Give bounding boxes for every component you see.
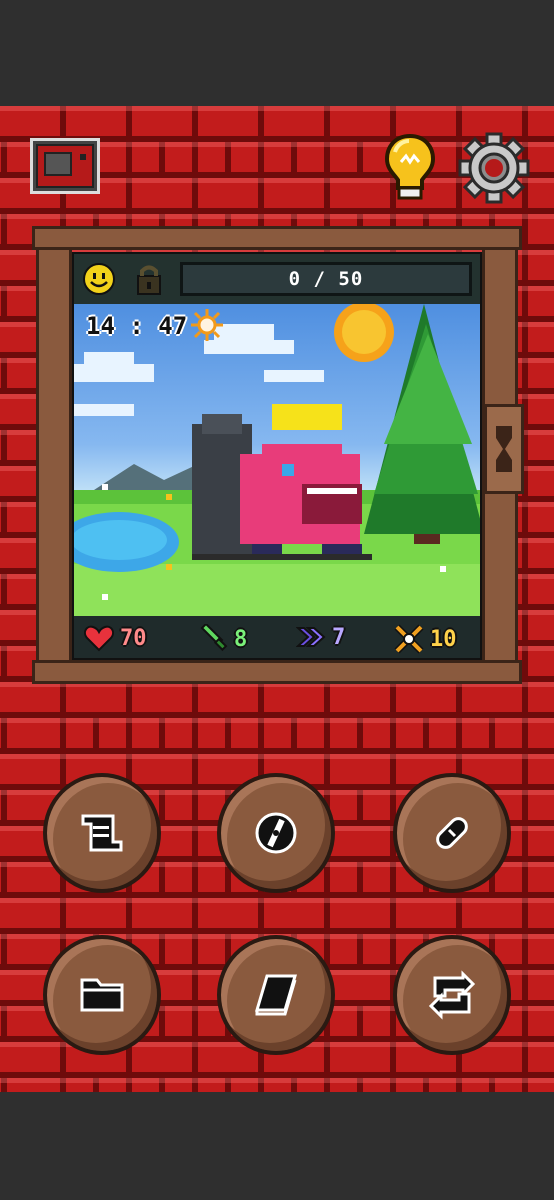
hint-button[interactable] — [382, 132, 438, 202]
heart-icon — [84, 625, 114, 652]
frame-beam-top — [32, 226, 522, 250]
scene-illustration — [74, 304, 480, 616]
power-value: 10 — [430, 626, 457, 652]
frame-post-left — [36, 246, 72, 664]
swap-button[interactable] — [392, 930, 512, 1060]
brick-row — [0, 898, 554, 934]
bottom-system-bar — [0, 1092, 554, 1200]
progress-text: 0 / 50 — [288, 268, 364, 290]
gear-icon — [458, 132, 530, 204]
happy-face-icon — [83, 263, 115, 295]
swap-icon — [428, 970, 476, 1020]
power-stat: 10 — [394, 624, 457, 654]
folder-icon — [80, 978, 124, 1012]
compass-icon — [255, 812, 297, 854]
brick-row — [0, 682, 554, 718]
scroll-icon — [81, 814, 123, 852]
book-icon — [254, 974, 298, 1016]
lightbulb-icon — [384, 133, 436, 200]
crossed-swords-icon — [394, 624, 424, 654]
speed-arrow-icon — [296, 627, 326, 647]
progress-bar: 0 / 50 — [180, 262, 472, 296]
health-stat: 70 — [84, 624, 147, 652]
health-value: 70 — [120, 625, 147, 651]
settings-button[interactable] — [458, 132, 530, 204]
attack-stat: 8 — [198, 624, 247, 654]
pet-screen: 0 / 50 14: 47 70 8 7 10 — [72, 252, 482, 660]
top-system-bar — [0, 0, 554, 106]
hourglass-icon — [496, 426, 512, 472]
brick-row — [0, 1078, 554, 1092]
medicine-button[interactable] — [392, 768, 512, 898]
stats-bar: 70 8 7 10 — [74, 616, 480, 658]
speed-stat: 7 — [296, 624, 345, 650]
brick-row — [0, 718, 554, 754]
clock-text: 14 : 47 — [86, 312, 188, 340]
book-button[interactable] — [216, 930, 336, 1060]
status-bar: 0 / 50 — [74, 254, 480, 304]
hourglass-button[interactable] — [484, 404, 524, 494]
tv-button[interactable] — [30, 138, 100, 194]
sun-icon — [191, 309, 223, 341]
folder-button[interactable] — [42, 930, 162, 1060]
scroll-button[interactable] — [42, 768, 162, 898]
sword-icon — [200, 624, 228, 652]
speed-value: 7 — [332, 624, 346, 650]
lock-icon[interactable] — [132, 262, 166, 296]
pet-scene[interactable]: 14 : 47 — [74, 304, 480, 616]
tv-icon — [36, 144, 94, 188]
pill-icon — [436, 817, 468, 849]
attack-value: 8 — [234, 626, 248, 652]
frame-beam-bottom — [32, 660, 522, 684]
compass-button[interactable] — [216, 768, 336, 898]
